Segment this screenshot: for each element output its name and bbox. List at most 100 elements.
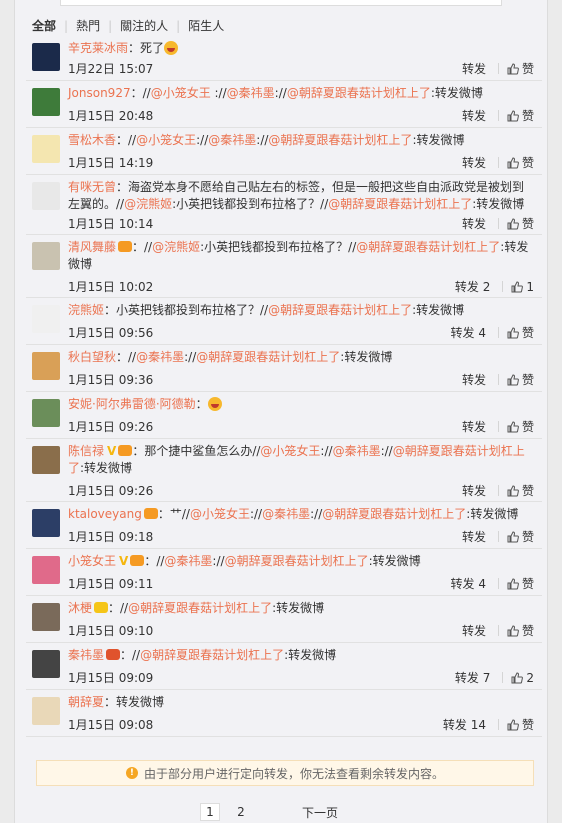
filter-all[interactable]: 全部 [32,17,64,34]
repost-actions: 转发 7 2 [455,669,534,686]
like-button[interactable]: 赞 [507,418,534,435]
mention-link[interactable]: @秦祎墨 [333,444,381,458]
forward-button[interactable]: 转发 7 [455,669,490,686]
avatar[interactable] [32,135,60,163]
forward-button[interactable]: 转发 4 [451,324,486,341]
forward-button[interactable]: 转发 [462,418,486,435]
username-link[interactable]: ktaloveyang [68,507,142,521]
avatar[interactable] [32,242,60,270]
avatar[interactable] [32,352,60,380]
page-1-button[interactable]: 1 [200,803,220,821]
like-button[interactable]: 赞 [507,528,534,545]
list-item: ktaloveyang ：艹//@小笼女王://@秦祎墨://@朝辞夏跟春菇计划杠… [26,502,542,549]
avatar[interactable] [32,446,60,474]
forward-button[interactable]: 转发 [462,60,486,77]
mention-link[interactable]: @朝辞夏跟春菇计划杠上了 [328,197,472,211]
like-button[interactable]: 赞 [507,482,534,499]
username-link[interactable]: 秋白望秋 [68,350,116,364]
like-button[interactable]: 1 [511,280,534,294]
username-link[interactable]: 安妮·阿尔弗雷德·阿德勒 [68,397,196,411]
mention-link[interactable]: @朝辞夏跟春菇计划杠上了 [356,240,500,254]
avatar[interactable] [32,305,60,333]
username-link[interactable]: 朝辞夏 [68,695,104,709]
like-button[interactable]: 赞 [507,622,534,639]
forward-button[interactable]: 转发 4 [451,575,486,592]
mention-link[interactable]: @朝辞夏跟春菇计划杠上了 [322,507,466,521]
mention-link[interactable]: @小笼女王 [151,86,211,100]
username-link[interactable]: 沐梗 [68,601,92,615]
filter-strangers[interactable]: 陌生人 [180,17,232,34]
divider [497,421,499,432]
mention-link[interactable]: @秦祎墨 [262,507,310,521]
avatar[interactable] [32,509,60,537]
mention-link[interactable]: @秦祎墨 [227,86,275,100]
like-button[interactable]: 赞 [507,371,534,388]
page-2-button[interactable]: 2 [232,804,250,820]
mention-link[interactable]: @秦祎墨 [136,350,184,364]
list-item: 沐梗 ：//@朝辞夏跟春菇计划杠上了:转发微博 1月15日 09:10 转发 赞 [26,596,542,643]
mention-link[interactable]: @朝辞夏跟春菇计划杠上了 [196,350,340,364]
mention-link[interactable]: @朝辞夏跟春菇计划杠上了 [268,303,412,317]
like-button[interactable]: 赞 [507,575,534,592]
username-link[interactable]: Jonson927 [68,86,131,100]
mention-link[interactable]: @浣熊姬 [152,240,200,254]
forward-button[interactable]: 转发 14 [443,716,486,733]
divider [497,578,499,589]
username-link[interactable]: 陈信禄 [68,444,104,458]
avatar[interactable] [32,43,60,71]
avatar[interactable] [32,399,60,427]
next-page-button[interactable]: 下一页 [302,804,338,821]
thumbs-up-icon [507,109,522,123]
mention-link[interactable]: @朝辞夏跟春菇计划杠上了 [128,601,272,615]
forward-label: 转发 [461,420,486,434]
like-button[interactable]: 赞 [507,107,534,124]
forward-button[interactable]: 转发 [462,482,486,499]
mention-link[interactable]: @浣熊姬 [124,197,172,211]
text-segment: ：转发微博 [104,695,165,709]
avatar[interactable] [32,556,60,584]
username-link[interactable]: 清风舞藤 [68,240,116,254]
forward-button[interactable]: 转发 [462,371,486,388]
like-label: 赞 [521,577,534,591]
forward-button[interactable]: 转发 [462,528,486,545]
username-link[interactable]: 有咪无曾 [68,180,116,194]
forward-button[interactable]: 转发 [462,622,486,639]
like-button[interactable]: 赞 [507,60,534,77]
username-link[interactable]: 秦祎墨 [68,648,104,662]
username-link[interactable]: 雪松木香 [68,133,116,147]
timestamp: 1月15日 10:02 [68,280,154,294]
like-button[interactable]: 赞 [507,716,534,733]
like-button[interactable]: 赞 [507,215,534,232]
mention-link[interactable]: @秦祎墨 [208,133,256,147]
repost-text: 清风舞藤 ：//@浣熊姬:小英把钱都投到布拉格了？//@朝辞夏跟春菇计划杠上了:转… [68,239,536,273]
forward-count: 7 [482,671,491,685]
like-label: 赞 [521,109,534,123]
mention-link[interactable]: @朝辞夏跟春菇计划杠上了 [225,554,369,568]
filter-following[interactable]: 關注的人 [112,17,176,34]
mention-link[interactable]: @朝辞夏跟春菇计划杠上了 [287,86,431,100]
avatar[interactable] [32,650,60,678]
like-button[interactable]: 赞 [507,324,534,341]
username-link[interactable]: 浣熊姬 [68,303,104,317]
text-segment: :// [210,86,227,100]
avatar[interactable] [32,182,60,210]
filter-hot[interactable]: 熱門 [68,17,108,34]
mention-link[interactable]: @朝辞夏跟春菇计划杠上了 [140,648,284,662]
mention-link[interactable]: @小笼女王 [260,444,320,458]
avatar[interactable] [32,603,60,631]
forward-button[interactable]: 转发 [462,154,486,171]
username-link[interactable]: 小笼女王 [68,554,116,568]
username-link[interactable]: 辛克莱冰雨 [68,41,128,55]
like-button[interactable]: 2 [511,671,534,685]
text-segment: ：// [130,86,151,100]
mention-link[interactable]: @朝辞夏跟春菇计划杠上了 [268,133,412,147]
forward-button[interactable]: 转发 [462,107,486,124]
like-button[interactable]: 赞 [507,154,534,171]
mention-link[interactable]: @小笼女王 [136,133,196,147]
mention-link[interactable]: @秦祎墨 [164,554,212,568]
forward-button[interactable]: 转发 [462,215,486,232]
avatar[interactable] [32,88,60,116]
avatar[interactable] [32,697,60,725]
forward-button[interactable]: 转发 2 [455,278,490,295]
mention-link[interactable]: @小笼女王 [190,507,250,521]
